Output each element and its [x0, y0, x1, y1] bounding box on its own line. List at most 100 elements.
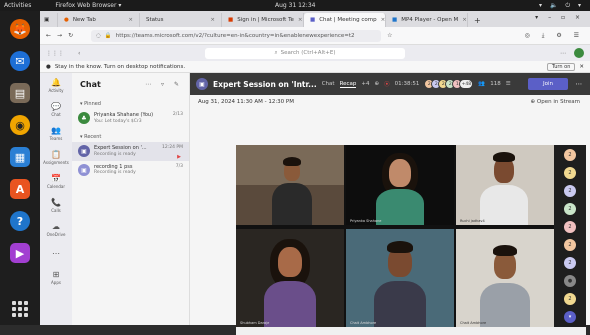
help-icon[interactable]: ? [10, 211, 30, 231]
meeting-subheader: Aug 31, 2024 11:30 AM - 12:30 PM ⊕ Open … [190, 95, 590, 109]
chat-icon: 💬 [51, 101, 61, 111]
participant-avatars[interactable]: 2 2 2 2 1 +48 [424, 79, 474, 89]
video-tile: Ruchi jadhav4 [456, 145, 554, 225]
avatar: 2 [564, 185, 576, 197]
rail-activity[interactable]: 🔔 Activity [40, 73, 72, 97]
avatar[interactable] [574, 48, 584, 58]
list-item[interactable]: ▣ Expert Session on '... Recording is re… [72, 141, 189, 161]
phone-icon: 📞 [51, 197, 61, 207]
notification-banner: ● Stay in the know. Turn on desktop noti… [40, 61, 590, 73]
rail-calendar[interactable]: 📅 Calendar [40, 169, 72, 193]
recording-red-icon: ▶ [177, 153, 181, 160]
more-options-icon[interactable]: ⋯ [560, 50, 566, 57]
app-menu[interactable]: Firefox Web Browser ▾ [55, 2, 121, 9]
turn-on-button[interactable]: Turn on [546, 62, 576, 71]
close-icon[interactable]: × [128, 17, 133, 23]
forward-icon[interactable]: → [57, 32, 62, 39]
close-icon[interactable]: × [298, 17, 303, 23]
rail-apps[interactable]: ⊞ Apps [40, 265, 72, 289]
tab-mp4-player[interactable]: ■ MP4 Player - Open M × [386, 13, 468, 27]
os-top-bar: Activities Firefox Web Browser ▾ Aug 31 … [0, 0, 590, 11]
rail-more[interactable]: ⋯ [40, 241, 72, 265]
search-icon: ⌕ [274, 49, 278, 56]
people-icon[interactable]: 👥 [478, 81, 485, 87]
participant-strip: 2 2 2 2 2 2 2 ● 2 ▾ [554, 145, 586, 327]
close-icon[interactable]: × [210, 17, 215, 23]
firefox-icon[interactable]: 🦊 [10, 19, 30, 39]
tab-status[interactable]: Status × [140, 13, 222, 27]
tab-chat[interactable]: Chat [322, 81, 335, 87]
teams-header: ⋮⋮⋮ ‹ ⌕ Search (Ctrl+Alt+E) ⋯ [40, 45, 590, 61]
back-icon[interactable]: ← [46, 32, 51, 39]
meeting-title: Expert Session on 'Intr... [213, 79, 317, 89]
reload-icon[interactable]: ↻ [68, 32, 73, 39]
media-player-icon[interactable]: ▶ [10, 243, 30, 263]
participant-name: Shubham Daraje [240, 321, 270, 325]
rhythmbox-icon[interactable]: ◉ [10, 115, 30, 135]
tab-new-tab[interactable]: ● New Tab × [58, 13, 140, 27]
bookmark-star-icon[interactable]: ☆ [387, 32, 392, 39]
close-icon[interactable]: × [462, 17, 467, 23]
info-icon: ● [46, 63, 51, 70]
tab-more[interactable]: +4 [361, 81, 369, 87]
list-icon[interactable]: ☰ [506, 81, 511, 87]
participant-body [264, 281, 316, 327]
meeting-pane: ▣ Expert Session on 'Intr... Chat Recap … [190, 73, 590, 335]
participant-name: Priyanka Shahane [350, 219, 382, 223]
participant-face [389, 159, 411, 187]
meeting-icon: ▣ [78, 145, 90, 158]
video-tile: Shubham Daraje [236, 229, 344, 327]
apps-icon: ⊞ [52, 269, 60, 279]
participant-hair [283, 157, 301, 166]
toolbar-icons[interactable]: ◎ ⤓ ⚙ ☰ [525, 32, 584, 40]
pinned-section-label[interactable]: ▾ Pinned [72, 95, 189, 109]
chat-time: 12:24 PM [162, 144, 183, 150]
software-icon[interactable]: A [10, 179, 30, 199]
search-input[interactable]: ⌕ Search (Ctrl+Alt+E) [205, 47, 405, 59]
list-item[interactable]: ♣ Priyanka Shahane (You) You: Let today'… [72, 109, 189, 128]
tab-teams-chat[interactable]: ■ Chat | Meeting comp × [304, 13, 386, 27]
chat-header: Chat ⋯ ▿ ✎ [72, 73, 189, 95]
rail-assignments[interactable]: 📋 Assignments [40, 145, 72, 169]
chat-header-icons[interactable]: ⋯ ▿ ✎ [145, 81, 183, 88]
files-icon[interactable]: ▤ [10, 83, 30, 103]
rail-teams[interactable]: 👥 Teams [40, 121, 72, 145]
tab-list-icon[interactable]: ▣ [40, 13, 58, 27]
thunderbird-icon[interactable]: ✉ [10, 51, 30, 71]
player-controls[interactable] [236, 327, 586, 335]
add-tab-icon[interactable]: ⊕ [375, 81, 380, 87]
activities-button[interactable]: Activities [4, 2, 31, 9]
video-tile [236, 145, 344, 225]
tab-recap[interactable]: Recap [339, 81, 357, 88]
list-item[interactable]: ▣ recording 1 pss Recording is ready 7/3 [72, 161, 189, 180]
video-tile: Chait Ambhore [346, 229, 454, 327]
url-bar[interactable]: ◌ 🔒 https://teams.microsoft.com/v2/?cult… [91, 29, 382, 42]
teams-icon: 👥 [51, 125, 61, 135]
participant-hair [493, 245, 517, 256]
system-clock[interactable]: Aug 31 12:34 [275, 2, 315, 9]
avatar: ● [564, 275, 576, 287]
rail-calls[interactable]: 📞 Calls [40, 193, 72, 217]
more-icon: ⋯ [52, 248, 60, 258]
tab-sign-in[interactable]: ■ Sign in | Microsoft Te × [222, 13, 304, 27]
rail-chat[interactable]: 💬 Chat [40, 97, 72, 121]
rail-onedrive[interactable]: ☁ OneDrive [40, 217, 72, 241]
app-launcher-icon[interactable]: ⋮⋮⋮ [46, 50, 64, 57]
system-tray[interactable]: ▾ 🔈 ⏻ ▾ [539, 2, 584, 10]
open-in-stream-link[interactable]: ⊕ Open in Stream [531, 99, 580, 105]
back-arrow-icon[interactable]: ‹ [78, 50, 80, 57]
writer-icon[interactable]: ▦ [10, 147, 30, 167]
recording-video-player[interactable]: Priyanka Shahane Ruchi jadhav4 Shubham D… [236, 145, 586, 327]
close-icon[interactable]: × [381, 17, 385, 23]
window-controls[interactable]: ▾ – ▫ × [535, 14, 584, 21]
nav-bar: ← → ↻ ◌ 🔒 https://teams.microsoft.com/v2… [40, 27, 590, 45]
join-button[interactable]: Join [528, 78, 568, 90]
show-apps-icon[interactable] [12, 301, 28, 317]
recent-section-label[interactable]: ▾ Recent [72, 128, 189, 142]
more-options-icon[interactable]: ⋯ [576, 80, 583, 88]
avatar: ▾ [564, 311, 576, 323]
close-icon[interactable]: ✕ [579, 64, 584, 70]
avatar: ♣ [78, 112, 90, 125]
participant-name: Chait Ambhore [350, 321, 377, 325]
new-tab-button[interactable]: + [468, 13, 487, 27]
